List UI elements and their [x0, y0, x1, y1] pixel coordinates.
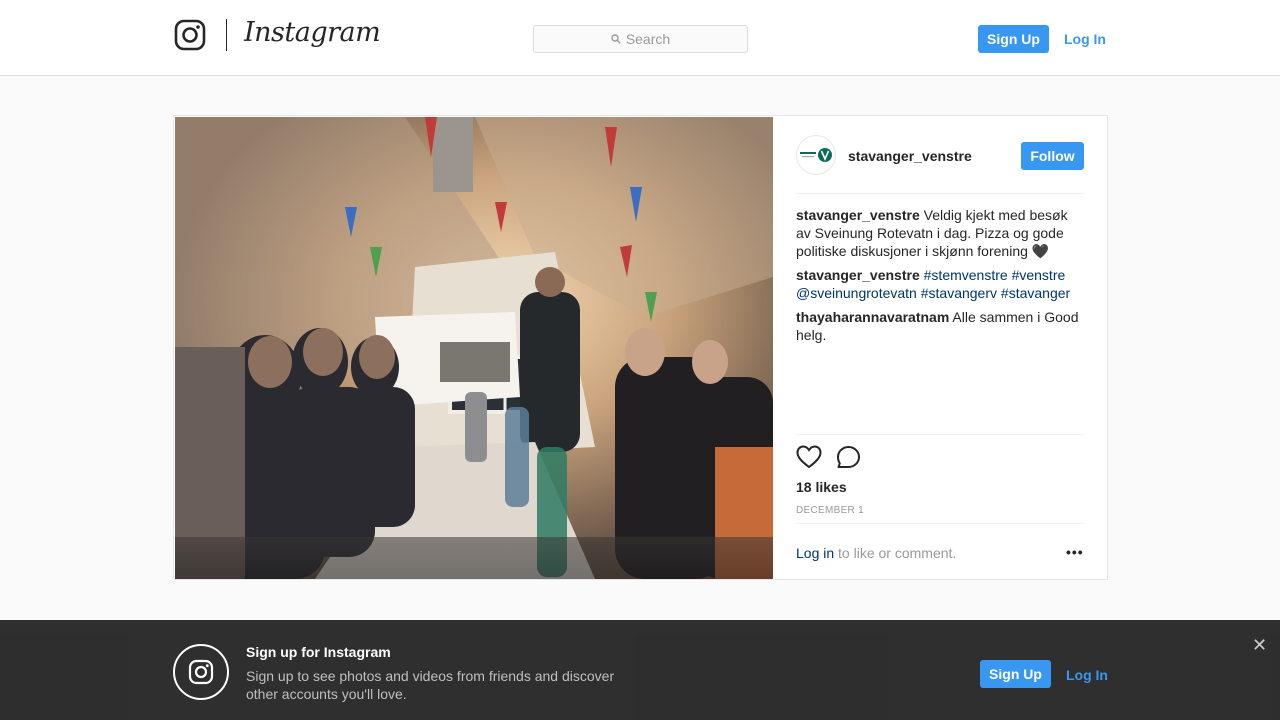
mention-link[interactable]: @sveinungrotevatn — [796, 285, 917, 301]
banner-text: Sign up to see photos and videos from fr… — [246, 668, 615, 702]
comment-author[interactable]: stavanger_venstre — [796, 207, 920, 223]
header-login-link[interactable]: Log In — [1064, 31, 1106, 47]
search-placeholder: Search — [625, 31, 671, 47]
comment-hashtags: stavanger_venstre #stemvenstre #venstre … — [796, 266, 1084, 302]
hashtag-link[interactable]: #stemvenstre — [924, 267, 1008, 283]
heart-icon[interactable] — [796, 445, 822, 469]
avatar[interactable] — [796, 135, 836, 175]
comment-caption: stavanger_venstre Veldig kjekt med besøk… — [796, 206, 1084, 260]
likes-count[interactable]: 18 likes — [796, 479, 847, 495]
venstre-logo-icon — [800, 148, 832, 162]
comment-icon[interactable] — [836, 445, 861, 470]
banner-title: Sign up for Instagram — [246, 644, 391, 660]
instagram-wordmark[interactable]: Instagram — [244, 17, 381, 48]
banner-signup-button[interactable]: Sign Up — [980, 660, 1051, 688]
comment-reply: thayaharannavaratnam Alle sammen i Good … — [796, 308, 1084, 344]
login-prompt-text: to like or comment. — [838, 545, 957, 561]
divider — [796, 523, 1084, 524]
hashtag-link[interactable]: #stavangerv — [921, 285, 997, 301]
banner-login-link[interactable]: Log In — [1066, 667, 1108, 683]
comment-author[interactable]: thayaharannavaratnam — [796, 309, 949, 325]
comment-list: stavanger_venstre Veldig kjekt med besøk… — [796, 206, 1084, 350]
signup-banner: Sign up for Instagram Sign up to see pho… — [0, 620, 1280, 720]
hashtag-link[interactable]: #venstre — [1012, 267, 1066, 283]
hashtag-link[interactable]: #stavanger — [1001, 285, 1070, 301]
login-prompt: Log in to like or comment. — [796, 545, 956, 561]
top-navigation-bar: Instagram Search Sign Up Log In — [0, 0, 1280, 76]
post-card: stavanger_venstre Follow stavanger_venst… — [173, 115, 1108, 580]
divider — [796, 193, 1084, 194]
logo-divider — [226, 19, 227, 51]
follow-button[interactable]: Follow — [1021, 142, 1084, 170]
instagram-glyph-icon[interactable] — [174, 19, 206, 51]
post-photo[interactable] — [175, 117, 773, 579]
post-date[interactable]: DECEMBER 1 — [796, 505, 864, 516]
divider — [796, 434, 1084, 435]
post-sidebar: stavanger_venstre Follow stavanger_venst… — [796, 116, 1084, 579]
search-icon — [611, 34, 621, 44]
close-icon[interactable]: ✕ — [1252, 636, 1267, 654]
post-username[interactable]: stavanger_venstre — [848, 148, 972, 164]
more-options-icon[interactable]: ••• — [1066, 544, 1084, 560]
comment-author[interactable]: stavanger_venstre — [796, 267, 920, 283]
instagram-glyph-icon — [173, 644, 229, 700]
search-input[interactable]: Search — [533, 25, 748, 53]
header-signup-button[interactable]: Sign Up — [978, 25, 1049, 53]
login-link[interactable]: Log in — [796, 545, 834, 561]
